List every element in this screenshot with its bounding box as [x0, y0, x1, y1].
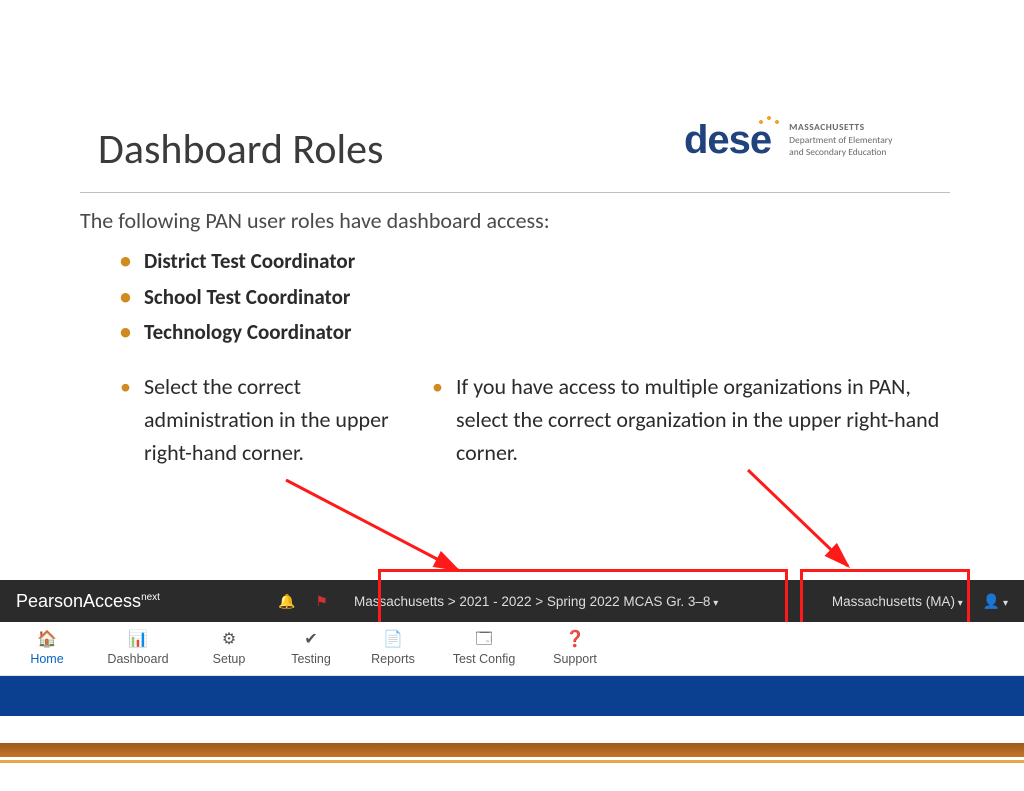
blue-band	[0, 676, 1024, 716]
help-icon: ❓	[540, 632, 610, 648]
nav-testing[interactable]: ✔ Testing	[276, 632, 346, 666]
title-divider	[80, 192, 950, 193]
slide-title: Dashboard Roles	[98, 124, 383, 175]
nav-label: Home	[30, 652, 63, 666]
roles-list: District Test Coordinator School Test Co…	[120, 244, 355, 351]
config-icon: 🗔	[440, 632, 528, 648]
pan-nav: 🏠 Home 📊 Dashboard ⚙ Setup ✔ Testing 📄 R…	[0, 622, 1024, 676]
pan-brand: PearsonAccessnext	[16, 591, 160, 612]
nav-label: Testing	[291, 652, 331, 666]
user-menu-icon[interactable]: 👤	[983, 593, 1008, 610]
pan-brand-sup: next	[141, 592, 160, 603]
instruction-left: Select the correct administration in the…	[120, 370, 420, 469]
nav-home[interactable]: 🏠 Home	[12, 632, 82, 666]
org-selector[interactable]: Massachusetts (MA)	[832, 594, 963, 609]
role-item: School Test Coordinator	[120, 280, 355, 316]
logo-tagline-3: and Secondary Education	[789, 146, 892, 158]
logo-tagline-1: MASSACHUSETTS	[789, 121, 892, 133]
flag-icon[interactable]: ⚑	[315, 593, 328, 610]
role-item: District Test Coordinator	[120, 244, 355, 280]
check-icon: ✔	[276, 632, 346, 648]
nav-reports[interactable]: 📄 Reports	[358, 632, 428, 666]
role-item: Technology Coordinator	[120, 315, 355, 351]
logo-tagline-2: Department of Elementary	[789, 134, 892, 146]
orange-accent-thin	[0, 760, 1024, 763]
orange-accent	[0, 743, 1024, 757]
logo-brand: dese	[684, 118, 771, 163]
nav-label: Setup	[213, 652, 246, 666]
admin-selector[interactable]: Massachusetts > 2021 - 2022 > Spring 202…	[346, 594, 824, 609]
gear-icon: ⚙	[194, 632, 264, 648]
bell-icon[interactable]: 🔔	[278, 593, 295, 610]
intro-text: The following PAN user roles have dashbo…	[80, 207, 550, 234]
pan-brand-main: PearsonAccess	[16, 591, 141, 611]
nav-label: Support	[553, 652, 597, 666]
instruction-left-text: Select the correct administration in the…	[120, 370, 420, 469]
instruction-right: If you have access to multiple organizat…	[432, 370, 942, 469]
pan-top-bar: PearsonAccessnext 🔔 ⚑ Massachusetts > 20…	[0, 580, 1024, 622]
nav-test-config[interactable]: 🗔 Test Config	[440, 632, 528, 666]
instruction-right-text: If you have access to multiple organizat…	[432, 370, 942, 469]
dashboard-icon: 📊	[94, 632, 182, 648]
reports-icon: 📄	[358, 632, 428, 648]
nav-support[interactable]: ❓ Support	[540, 632, 610, 666]
nav-label: Dashboard	[107, 652, 168, 666]
home-icon: 🏠	[12, 632, 82, 648]
nav-dashboard[interactable]: 📊 Dashboard	[94, 632, 182, 666]
dese-logo: dese MASSACHUSETTS Department of Element…	[684, 110, 974, 170]
nav-label: Reports	[371, 652, 415, 666]
nav-setup[interactable]: ⚙ Setup	[194, 632, 264, 666]
nav-label: Test Config	[453, 652, 516, 666]
